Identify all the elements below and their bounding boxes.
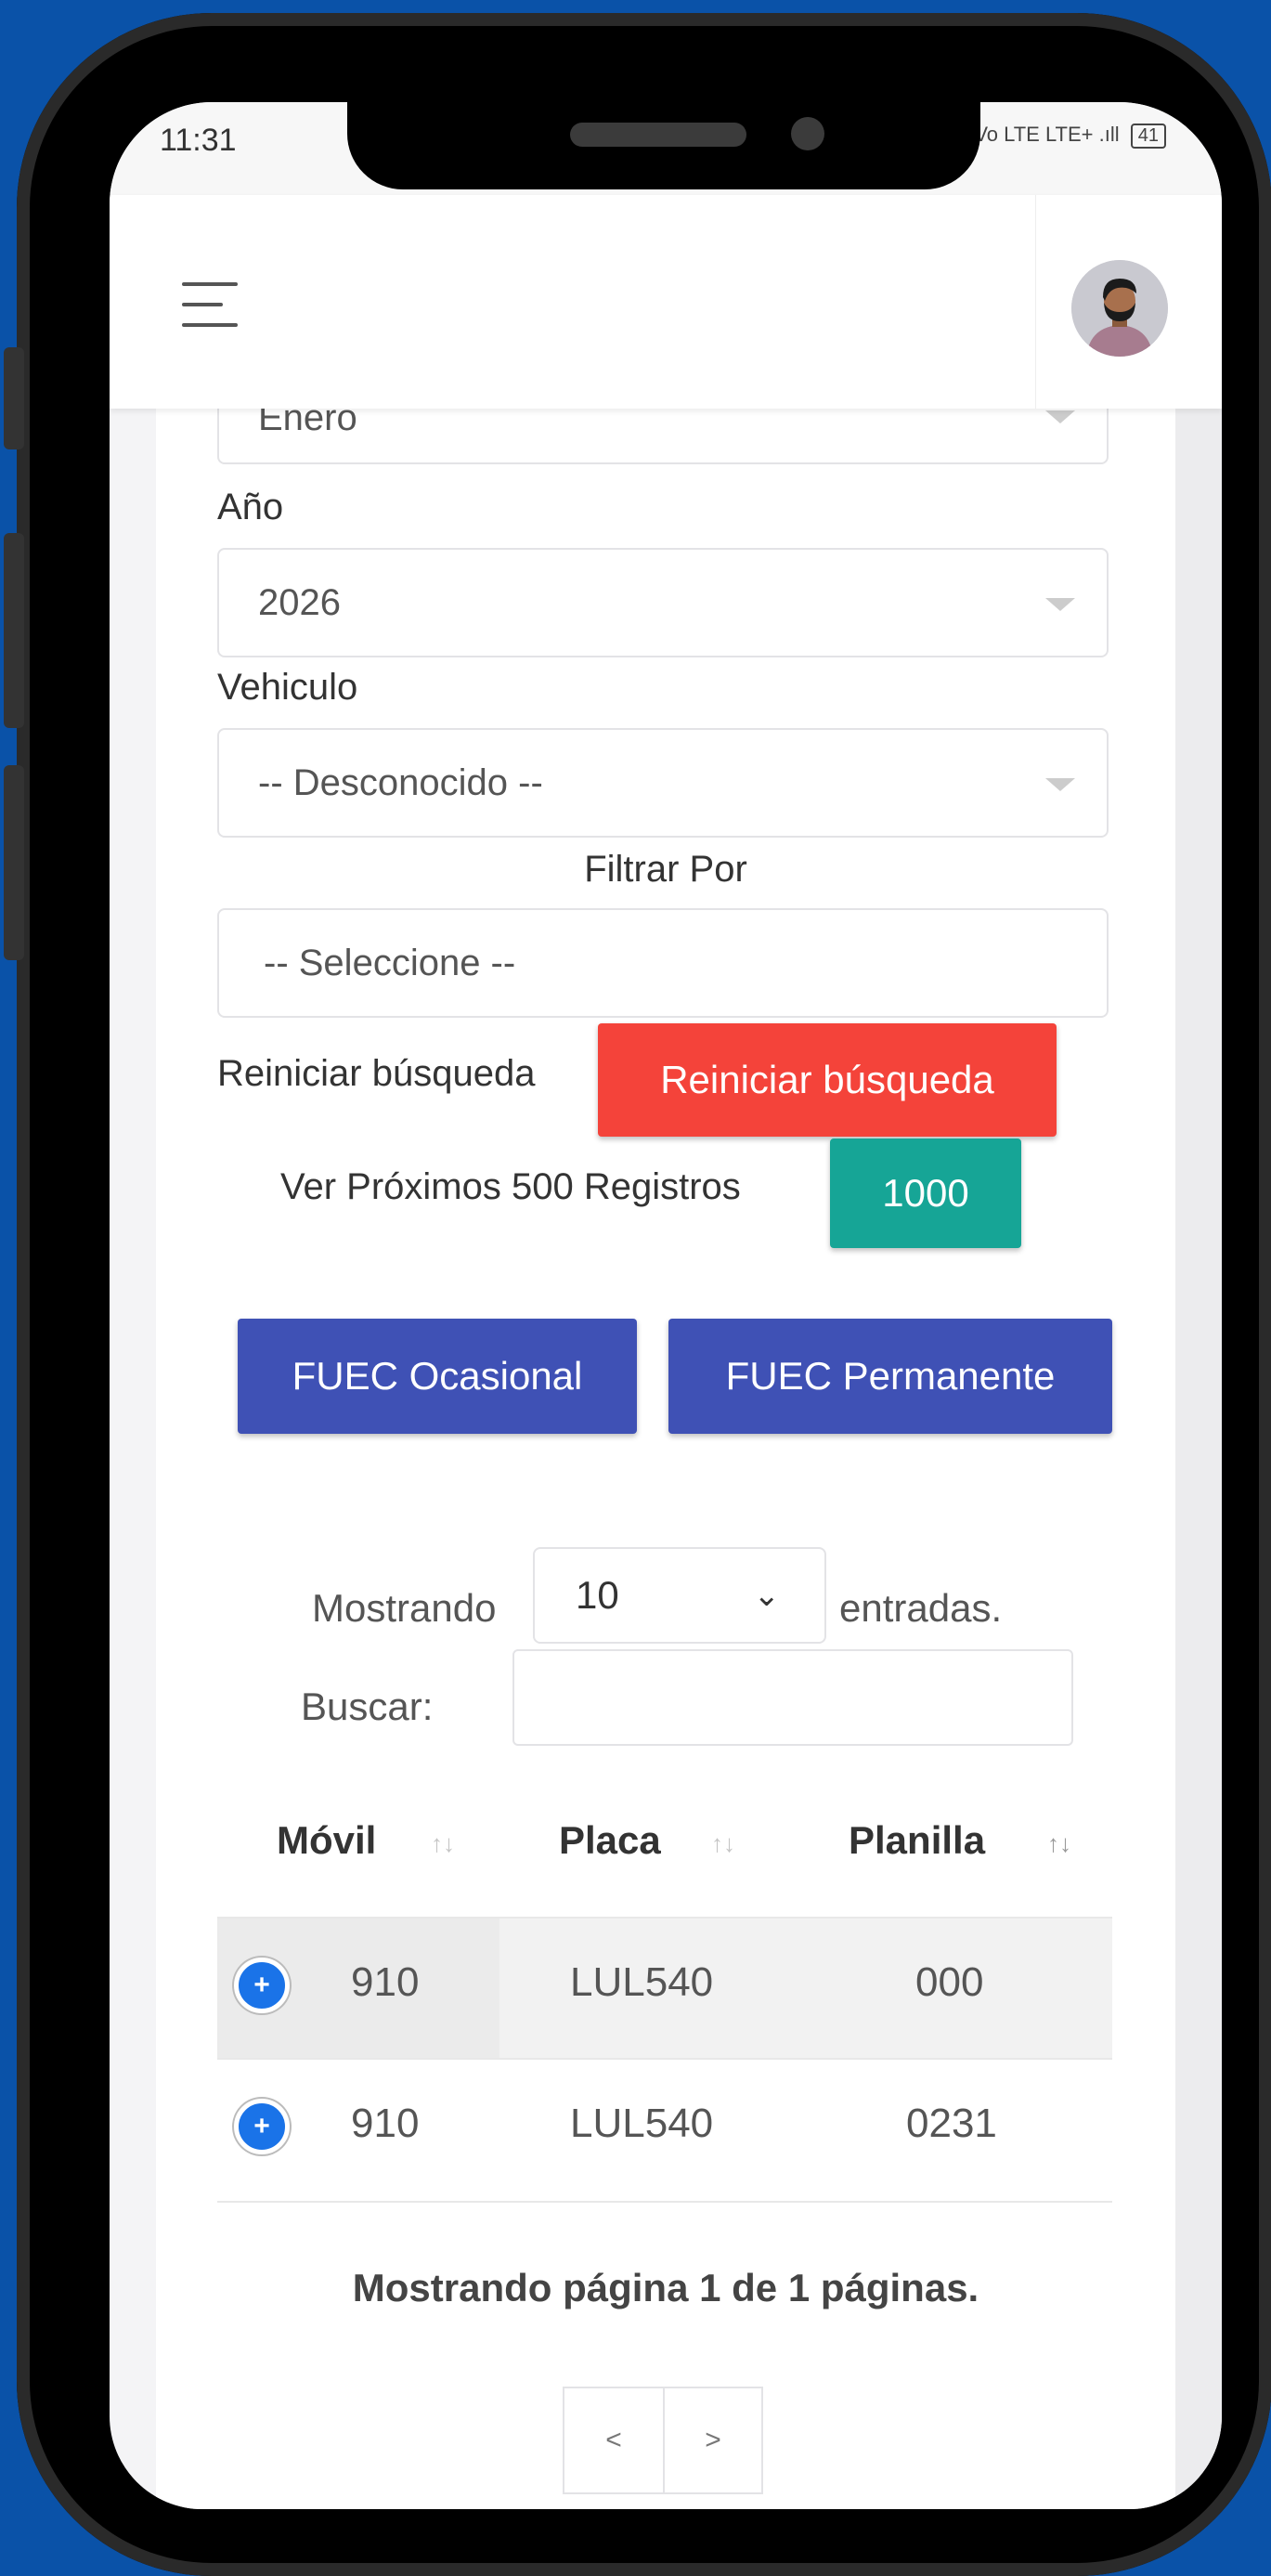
expand-row-icon[interactable]: +	[234, 1958, 290, 2013]
network-icon: Vo LTE LTE+ .ıll	[974, 123, 1120, 146]
menu-icon[interactable]	[182, 279, 238, 331]
table-row[interactable]: + 910 LUL540 0231	[217, 2058, 1112, 2203]
app-header	[110, 195, 1222, 409]
fuec-ocasional-button[interactable]: FUEC Ocasional	[238, 1319, 637, 1434]
table-header-movil[interactable]: Móvil	[277, 1818, 376, 1863]
proximos-1000-button[interactable]: 1000	[830, 1138, 1021, 1248]
cell-planilla: 0231	[906, 2101, 997, 2146]
sort-desc-icon[interactable]: ↑↓	[1047, 1829, 1071, 1858]
anio-select-value: 2026	[258, 582, 341, 623]
phone-notch	[347, 102, 980, 189]
sort-arrows-icon[interactable]: ↑↓	[431, 1829, 455, 1858]
search-input[interactable]	[512, 1649, 1073, 1746]
speaker-icon	[570, 123, 746, 147]
expand-row-icon[interactable]: +	[234, 2099, 290, 2154]
next-page-button[interactable]: >	[665, 2388, 761, 2492]
entradas-label: entradas.	[839, 1586, 1003, 1630]
table-header-planilla[interactable]: Planilla	[849, 1818, 985, 1863]
cell-movil: 910	[351, 2101, 420, 2146]
scrollbar-track[interactable]	[1175, 409, 1222, 2509]
filtrar-select-value: -- Seleccione --	[264, 943, 516, 983]
proximos-text: Ver Próximos 500 Registros	[280, 1166, 741, 1207]
battery-icon: 41	[1130, 124, 1166, 149]
pagination-info: Mostrando página 1 de 1 páginas.	[352, 2266, 979, 2309]
chevron-down-icon	[1045, 778, 1075, 791]
prev-page-button[interactable]: <	[564, 2388, 665, 2492]
chevron-down-icon	[1045, 410, 1075, 423]
entries-per-page-select[interactable]: 10 ⌄	[533, 1547, 826, 1644]
phone-frame: 11:31 Vo LTE LTE+ .ıll 41 Enero Año 2026…	[4, 13, 1271, 2576]
vehiculo-select-value: -- Desconocido --	[258, 762, 543, 803]
signal-indicators: Vo LTE LTE+ .ıll 41	[974, 123, 1166, 149]
table-header-placa[interactable]: Placa	[559, 1818, 661, 1863]
status-time: 11:31	[160, 123, 237, 158]
table-row[interactable]: + 910 LUL540 000	[217, 1917, 1112, 2060]
vehiculo-select[interactable]: -- Desconocido --	[217, 728, 1109, 838]
cell-placa: LUL540	[570, 1959, 714, 2005]
pagination-controls: < >	[563, 2387, 763, 2494]
camera-icon	[791, 117, 824, 150]
user-menu[interactable]	[1035, 195, 1222, 409]
phone-volume-down	[4, 765, 24, 960]
cell-movil: 910	[351, 1959, 420, 2005]
chevron-down-icon	[1045, 598, 1075, 611]
phone-volume-up	[4, 533, 24, 728]
cell-placa: LUL540	[570, 2101, 714, 2146]
chevron-down-icon: ⌄	[753, 1578, 781, 1613]
phone-screen: 11:31 Vo LTE LTE+ .ıll 41 Enero Año 2026…	[110, 102, 1222, 2509]
fuec-permanente-button[interactable]: FUEC Permanente	[668, 1319, 1112, 1434]
sort-arrows-icon[interactable]: ↑↓	[711, 1829, 735, 1858]
anio-select[interactable]: 2026	[217, 548, 1109, 657]
filtrar-select[interactable]: -- Seleccione --	[217, 908, 1109, 1018]
phone-side-button	[4, 347, 24, 449]
vehiculo-label: Vehiculo	[217, 667, 358, 708]
buscar-label: Buscar:	[301, 1685, 434, 1728]
cell-planilla: 000	[915, 1959, 984, 2005]
anio-label: Año	[217, 487, 284, 527]
mostrando-label: Mostrando	[312, 1586, 497, 1630]
avatar[interactable]	[1071, 260, 1168, 357]
main-content: Enero Año 2026 Vehiculo -- Desconocido -…	[156, 371, 1175, 2509]
reiniciar-text: Reiniciar búsqueda	[217, 1053, 536, 1094]
user-avatar-icon	[1071, 260, 1168, 357]
reiniciar-busqueda-button[interactable]: Reiniciar búsqueda	[598, 1023, 1057, 1137]
entries-value: 10	[576, 1573, 619, 1617]
filtrar-label: Filtrar Por	[584, 849, 747, 890]
